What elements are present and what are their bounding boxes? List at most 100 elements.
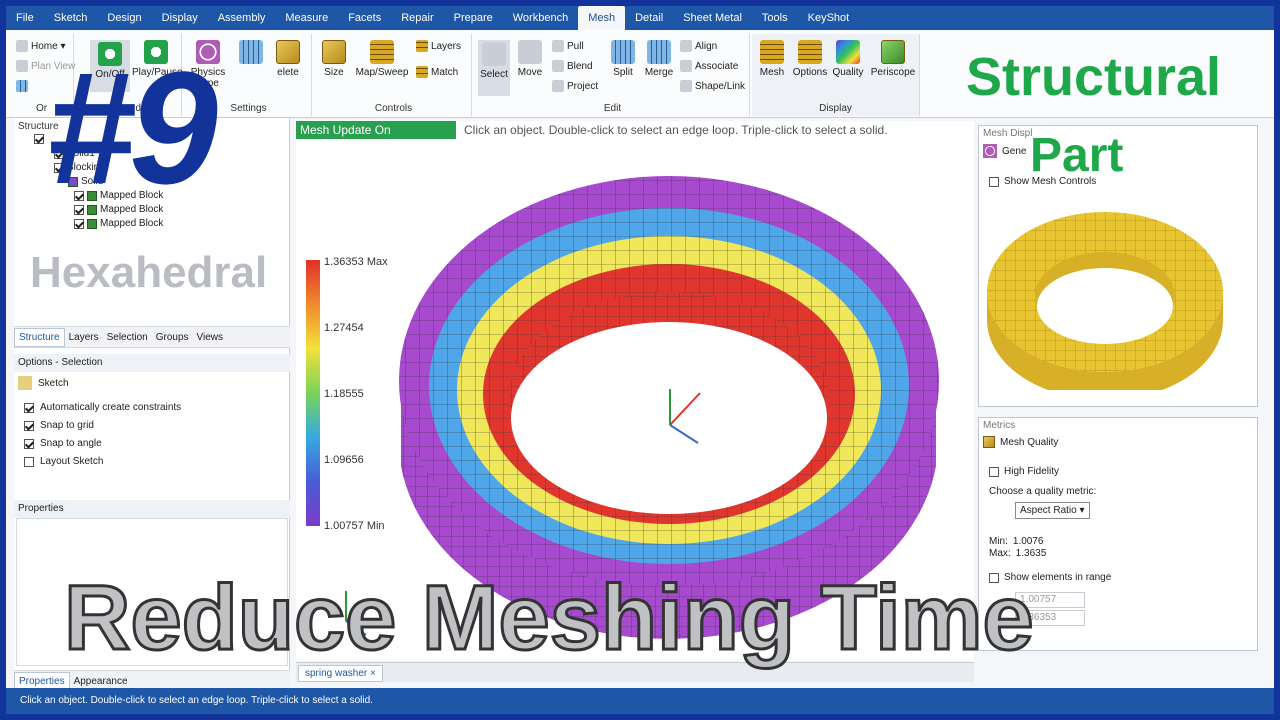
option-label: Layout Sketch: [40, 456, 104, 467]
checkbox[interactable]: [989, 176, 999, 187]
metric-select-value[interactable]: Aspect Ratio ▾: [1015, 502, 1090, 519]
option-auto-constraints[interactable]: Automatically create constraints: [24, 402, 181, 413]
menu-design[interactable]: Design: [97, 6, 151, 30]
delete-icon: [276, 40, 300, 64]
tab-appearance[interactable]: Appearance: [70, 676, 132, 687]
menu-display[interactable]: Display: [152, 6, 208, 30]
legend-label: 1.09656: [324, 454, 364, 466]
merge-button[interactable]: Merge: [642, 40, 676, 78]
checkbox[interactable]: [24, 402, 34, 413]
tree-checkbox[interactable]: [34, 134, 44, 144]
general-row[interactable]: Gene: [983, 144, 1026, 158]
max-label: Max:: [989, 548, 1011, 559]
high-fidelity-label: High Fidelity: [1004, 466, 1060, 477]
settings-add-icon: [239, 40, 263, 64]
align-button[interactable]: Align: [680, 40, 717, 52]
app-window: File Sketch Design Display Assembly Measure Fa…: [6, 6, 1274, 714]
choose-metric-label: Choose a quality metric:: [989, 486, 1097, 497]
menu-sketch[interactable]: Sketch: [44, 6, 98, 30]
layers-button[interactable]: Layers: [416, 40, 461, 52]
option-snap-angle[interactable]: Snap to angle: [24, 438, 102, 449]
metrics-title: Metrics: [983, 420, 1016, 431]
project-button[interactable]: Project: [552, 80, 598, 92]
tab-layers[interactable]: Layers: [65, 332, 103, 343]
options-button[interactable]: Options: [792, 40, 828, 78]
mesh-quality-icon: [983, 436, 995, 448]
tab-structure[interactable]: Structure: [14, 327, 65, 347]
view-cube-button[interactable]: [16, 80, 28, 92]
quality-button[interactable]: Quality: [830, 40, 866, 78]
legend-label: 1.36353 Max: [324, 256, 388, 268]
menu-bar: File Sketch Design Display Assembly Measure Fa…: [6, 6, 1274, 30]
periscope-icon: [881, 40, 905, 64]
match-button[interactable]: Match: [416, 66, 458, 78]
option-label: Automatically create constraints: [40, 402, 182, 413]
quality-icon: [836, 40, 860, 64]
merge-icon: [647, 40, 671, 64]
shape-link-icon: [680, 80, 692, 92]
legend-label: 1.27454: [324, 322, 364, 334]
map-sweep-button[interactable]: Map/Sweep: [354, 40, 410, 78]
menu-facets[interactable]: Facets: [338, 6, 391, 30]
min-row: Min: 1.0076: [989, 536, 1044, 547]
shape-link-button[interactable]: Shape/Link: [680, 80, 745, 92]
checkbox[interactable]: [24, 456, 34, 467]
group-label-edit: Edit: [603, 103, 622, 114]
tab-groups[interactable]: Groups: [152, 332, 193, 343]
max-value: 1.3635: [1015, 548, 1047, 559]
menu-keyshot[interactable]: KeyShot: [798, 6, 860, 30]
associate-button[interactable]: Associate: [680, 60, 738, 72]
mesh-quality-row[interactable]: Mesh Quality: [983, 436, 1058, 448]
size-button[interactable]: Size: [318, 40, 350, 78]
home-icon: [16, 40, 28, 52]
properties-title: Properties: [14, 500, 290, 518]
cursor-icon: [482, 42, 506, 66]
delete-button[interactable]: elete: [270, 40, 306, 78]
menu-prepare[interactable]: Prepare: [444, 6, 503, 30]
mesh-button[interactable]: Mesh: [754, 40, 790, 78]
tab-selection[interactable]: Selection: [103, 332, 152, 343]
associate-icon: [680, 60, 692, 72]
legend-label: 1.18555: [324, 388, 364, 400]
quality-metric-select[interactable]: Aspect Ratio ▾: [1015, 502, 1090, 519]
overlay-title: Structural: [966, 47, 1222, 107]
match-icon: [416, 66, 428, 78]
option-layout-sketch[interactable]: Layout Sketch: [24, 456, 103, 467]
overlay-episode-number: #9: [46, 38, 218, 217]
size-icon: [322, 40, 346, 64]
menu-file[interactable]: File: [6, 6, 44, 30]
tree-checkbox[interactable]: [74, 218, 84, 229]
menu-measure[interactable]: Measure: [275, 6, 338, 30]
sketch-row[interactable]: Sketch: [18, 376, 69, 390]
axis-triad: [669, 389, 701, 444]
menu-mesh[interactable]: Mesh: [578, 6, 626, 30]
project-icon: [552, 80, 564, 92]
menu-assembly[interactable]: Assembly: [208, 6, 276, 30]
mesh-update-banner[interactable]: Mesh Update On: [296, 121, 456, 139]
mesh-preview: [987, 212, 1223, 390]
split-button[interactable]: Split: [608, 40, 638, 78]
menu-repair[interactable]: Repair: [391, 6, 443, 30]
menu-detail[interactable]: Detail: [625, 6, 673, 30]
checkbox[interactable]: [24, 438, 34, 449]
move-button[interactable]: Move: [514, 40, 546, 78]
checkbox[interactable]: [24, 420, 34, 431]
high-fidelity-row[interactable]: High Fidelity: [989, 466, 1059, 477]
checkbox[interactable]: [989, 466, 999, 477]
select-button[interactable]: Select: [478, 40, 510, 96]
menu-sheet-metal[interactable]: Sheet Metal: [673, 6, 752, 30]
gear-icon: [983, 144, 997, 158]
mesh-display-title: Mesh Displ: [983, 128, 1033, 139]
tab-views[interactable]: Views: [193, 332, 228, 343]
periscope-button[interactable]: Periscope: [870, 40, 916, 78]
plan-view-icon: [16, 60, 28, 72]
blend-button[interactable]: Blend: [552, 60, 593, 72]
option-snap-grid[interactable]: Snap to grid: [24, 420, 94, 431]
tree-item-root[interactable]: [34, 134, 44, 144]
menu-workbench[interactable]: Workbench: [503, 6, 578, 30]
menu-tools[interactable]: Tools: [752, 6, 798, 30]
group-label-display: Display: [819, 103, 852, 114]
pull-button[interactable]: Pull: [552, 40, 584, 52]
add-settings-button[interactable]: [234, 40, 268, 67]
sketch-label: Sketch: [38, 377, 69, 389]
